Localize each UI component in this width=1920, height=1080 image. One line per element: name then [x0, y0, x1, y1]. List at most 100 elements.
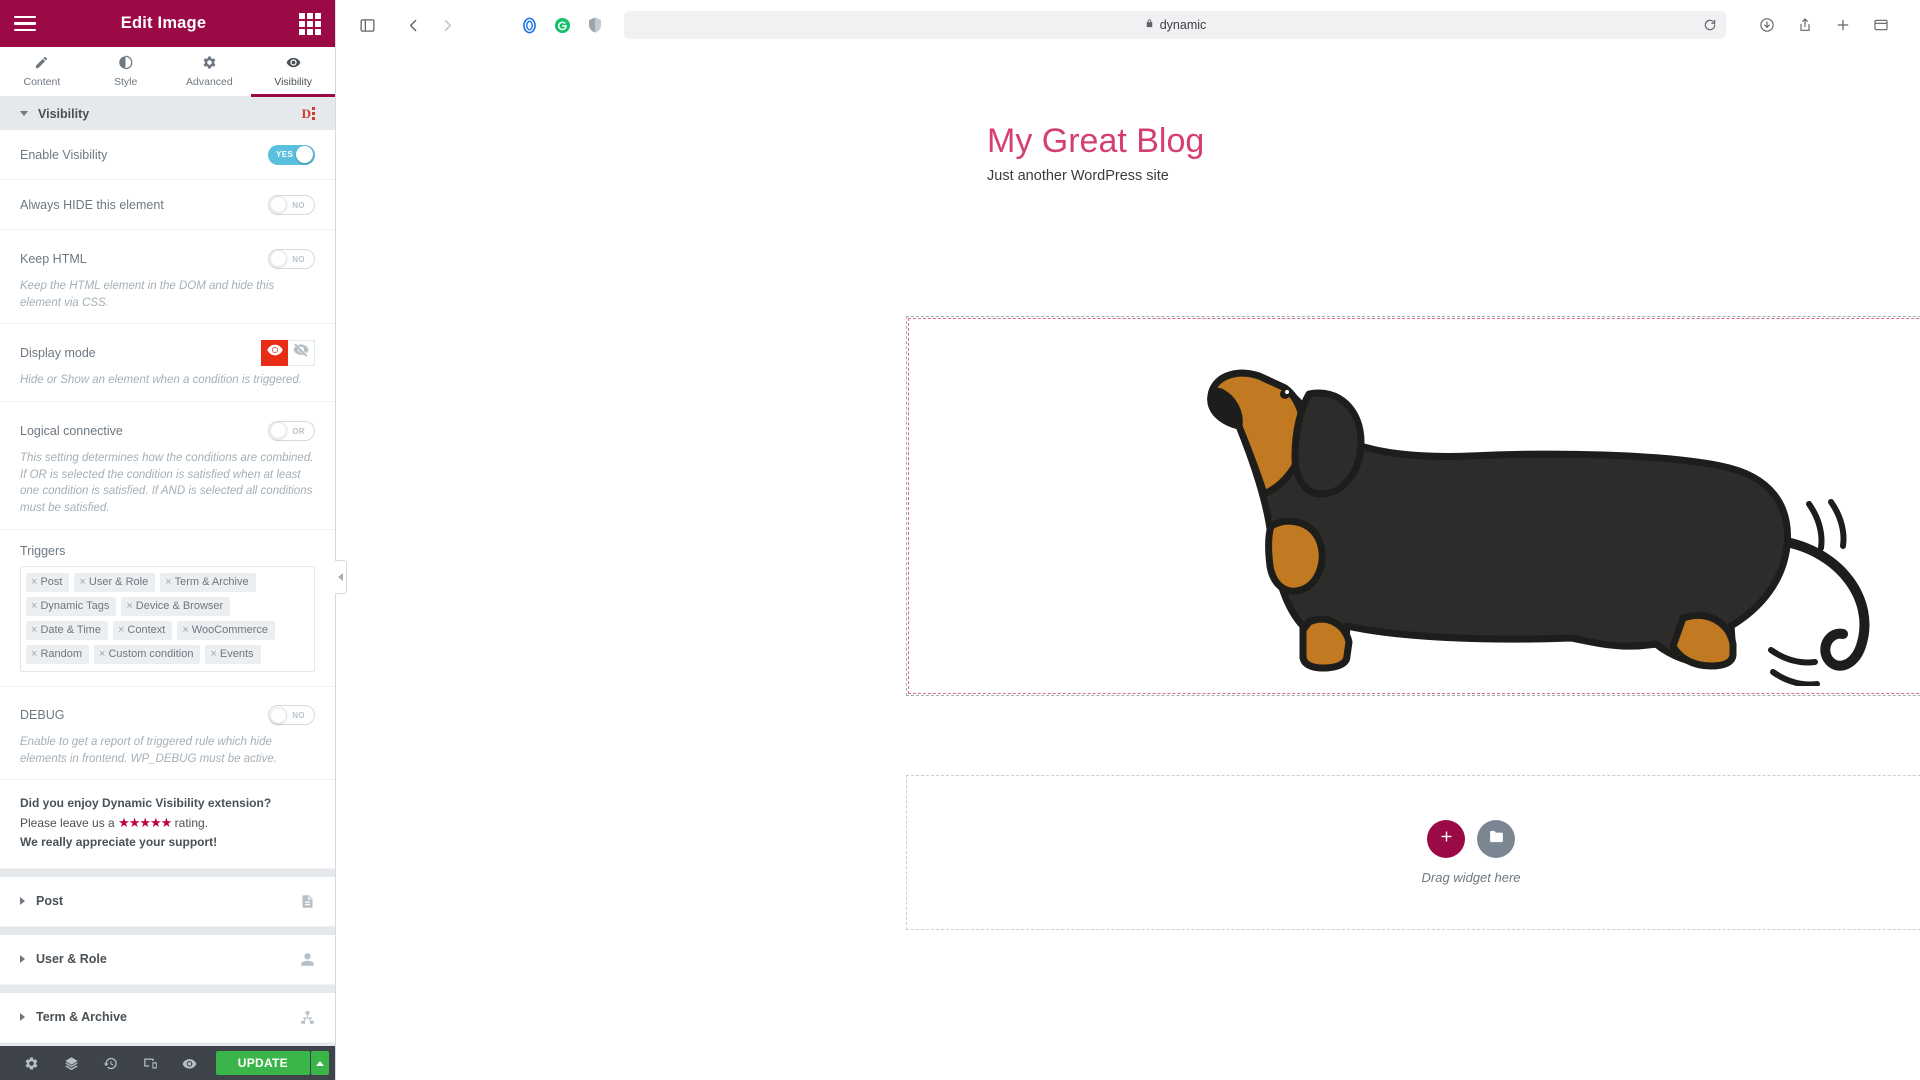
display-mode-label: Display mode: [20, 345, 96, 360]
debug-description: Enable to get a report of triggered rule…: [20, 736, 277, 765]
trigger-tag[interactable]: × Date & Time: [26, 620, 108, 640]
trigger-tag[interactable]: × Term & Archive: [160, 572, 256, 592]
panel-collapse-handle[interactable]: [335, 560, 347, 594]
forward-button[interactable]: [430, 8, 464, 42]
remove-icon[interactable]: ×: [165, 576, 171, 588]
rating-suffix: rating.: [171, 816, 209, 831]
drop-zone-label: Drag widget here: [1421, 870, 1521, 885]
preview-eye-icon[interactable]: [170, 1046, 210, 1080]
remove-icon[interactable]: ×: [31, 648, 37, 660]
history-icon[interactable]: [91, 1046, 131, 1080]
rating-promo: Did you enjoy Dynamic Visibility extensi…: [0, 779, 335, 869]
plus-icon: [1438, 828, 1455, 850]
tab-content[interactable]: Content: [0, 47, 84, 96]
shield-icon[interactable]: [580, 10, 610, 40]
update-options-button[interactable]: [310, 1051, 329, 1075]
editor-panel: Edit Image Content Style Advanced Visibi…: [0, 0, 347, 1080]
triggers-tag-list[interactable]: × Post × User & Role × Term & Archive × Dyna…: [20, 565, 315, 673]
page-canvas: My Great Blog Just another WordPress sit…: [336, 50, 1920, 1080]
grammarly-icon[interactable]: [547, 10, 577, 40]
trigger-tag[interactable]: × Events: [205, 644, 261, 665]
trigger-tag[interactable]: × Device & Browser: [121, 596, 231, 616]
update-button[interactable]: UPDATE: [215, 1051, 310, 1075]
debug-value: NO: [292, 711, 305, 721]
layers-icon[interactable]: [52, 1046, 92, 1080]
divider: [0, 926, 335, 935]
download-icon[interactable]: [1750, 8, 1784, 42]
accordion-term-archive[interactable]: Term & Archive: [0, 992, 335, 1043]
trigger-tag[interactable]: × User & Role: [74, 572, 156, 592]
info-extension-icon[interactable]: [514, 10, 544, 40]
drop-zone-section[interactable]: Drag widget here: [906, 775, 1920, 930]
trigger-tag[interactable]: × Dynamic Tags: [26, 596, 117, 616]
accordion-user-role-label: User & Role: [36, 952, 107, 967]
share-icon[interactable]: [1788, 8, 1822, 42]
remove-icon[interactable]: ×: [118, 624, 124, 636]
keep-html-toggle[interactable]: NO: [268, 248, 315, 269]
accordion-term-archive-label: Term & Archive: [36, 1010, 128, 1025]
responsive-icon[interactable]: [131, 1046, 171, 1080]
keep-html-label: Keep HTML: [20, 251, 87, 266]
debug-toggle[interactable]: NO: [268, 705, 315, 726]
control-logical-connective: Logical connective OR: [0, 402, 335, 452]
grid-icon[interactable]: [299, 12, 321, 35]
remove-icon[interactable]: ×: [79, 576, 85, 588]
dachshund-illustration: [907, 317, 1920, 695]
sidebar-toggle-icon[interactable]: [350, 8, 384, 42]
remove-icon[interactable]: ×: [210, 648, 216, 660]
remove-icon[interactable]: ×: [182, 624, 188, 636]
accordion-post[interactable]: Post: [0, 876, 335, 927]
display-mode-hide-option[interactable]: [288, 339, 315, 366]
trigger-tag[interactable]: × WooCommerce: [177, 620, 275, 640]
toggle-knob: [270, 706, 287, 724]
elementor-editor: Edit Image Content Style Advanced Visibi…: [0, 0, 1920, 1080]
display-mode-show-option[interactable]: [261, 339, 288, 366]
enable-visibility-value: YES: [276, 149, 294, 159]
tab-visibility[interactable]: Visibility: [251, 47, 335, 97]
remove-icon[interactable]: ×: [31, 576, 37, 588]
trigger-tag-label: Device & Browser: [135, 599, 224, 612]
remove-icon[interactable]: ×: [31, 624, 37, 636]
image-widget-section[interactable]: [906, 316, 1920, 696]
eye-icon: [266, 342, 283, 363]
tabs-overview-icon[interactable]: [1864, 8, 1898, 42]
tab-style-label: Style: [113, 76, 138, 88]
always-hide-toggle[interactable]: NO: [268, 194, 315, 215]
trigger-tag-label: Post: [40, 575, 63, 588]
tab-visibility-label: Visibility: [274, 76, 312, 88]
new-tab-icon[interactable]: [1826, 8, 1860, 42]
tab-style[interactable]: Style: [84, 47, 168, 96]
logical-connective-toggle[interactable]: OR: [268, 420, 315, 441]
enable-visibility-toggle[interactable]: YES: [268, 144, 315, 165]
add-widget-button[interactable]: [1427, 820, 1465, 858]
blog-tagline: Just another WordPress site: [987, 168, 1169, 184]
remove-icon[interactable]: ×: [99, 648, 105, 660]
back-button[interactable]: [396, 8, 430, 42]
settings-gear-icon[interactable]: [12, 1046, 52, 1080]
accordion-user-role[interactable]: User & Role: [0, 934, 335, 985]
section-title: Visibility: [38, 106, 90, 121]
control-display-mode: Display mode: [0, 324, 335, 374]
half-circle-icon: [118, 55, 133, 73]
address-bar[interactable]: dynamic: [624, 11, 1726, 39]
reload-icon[interactable]: [1703, 18, 1717, 32]
trigger-tag-label: Events: [219, 647, 254, 660]
remove-icon[interactable]: ×: [31, 600, 37, 612]
browser-toolbar: dynamic: [336, 0, 1920, 50]
drop-zone-buttons: [1427, 820, 1515, 858]
gear-icon: [202, 55, 217, 73]
add-template-button[interactable]: [1477, 820, 1515, 858]
divider: [0, 868, 335, 877]
tab-advanced[interactable]: Advanced: [168, 47, 252, 96]
dynamic-visibility-badge-icon: D: [302, 106, 315, 122]
display-mode-choices: [261, 339, 315, 366]
trigger-tag[interactable]: × Random: [26, 644, 90, 665]
trigger-tag[interactable]: × Post: [26, 572, 70, 592]
toggle-knob: [270, 250, 287, 267]
remove-icon[interactable]: ×: [126, 600, 132, 612]
trigger-tag[interactable]: × Custom condition: [94, 644, 201, 665]
section-header-visibility[interactable]: Visibility D: [0, 97, 335, 130]
rating-stars[interactable]: ★★★★★: [118, 815, 172, 830]
trigger-tag[interactable]: × Context: [112, 620, 173, 640]
blog-title: My Great Blog: [987, 122, 1205, 160]
